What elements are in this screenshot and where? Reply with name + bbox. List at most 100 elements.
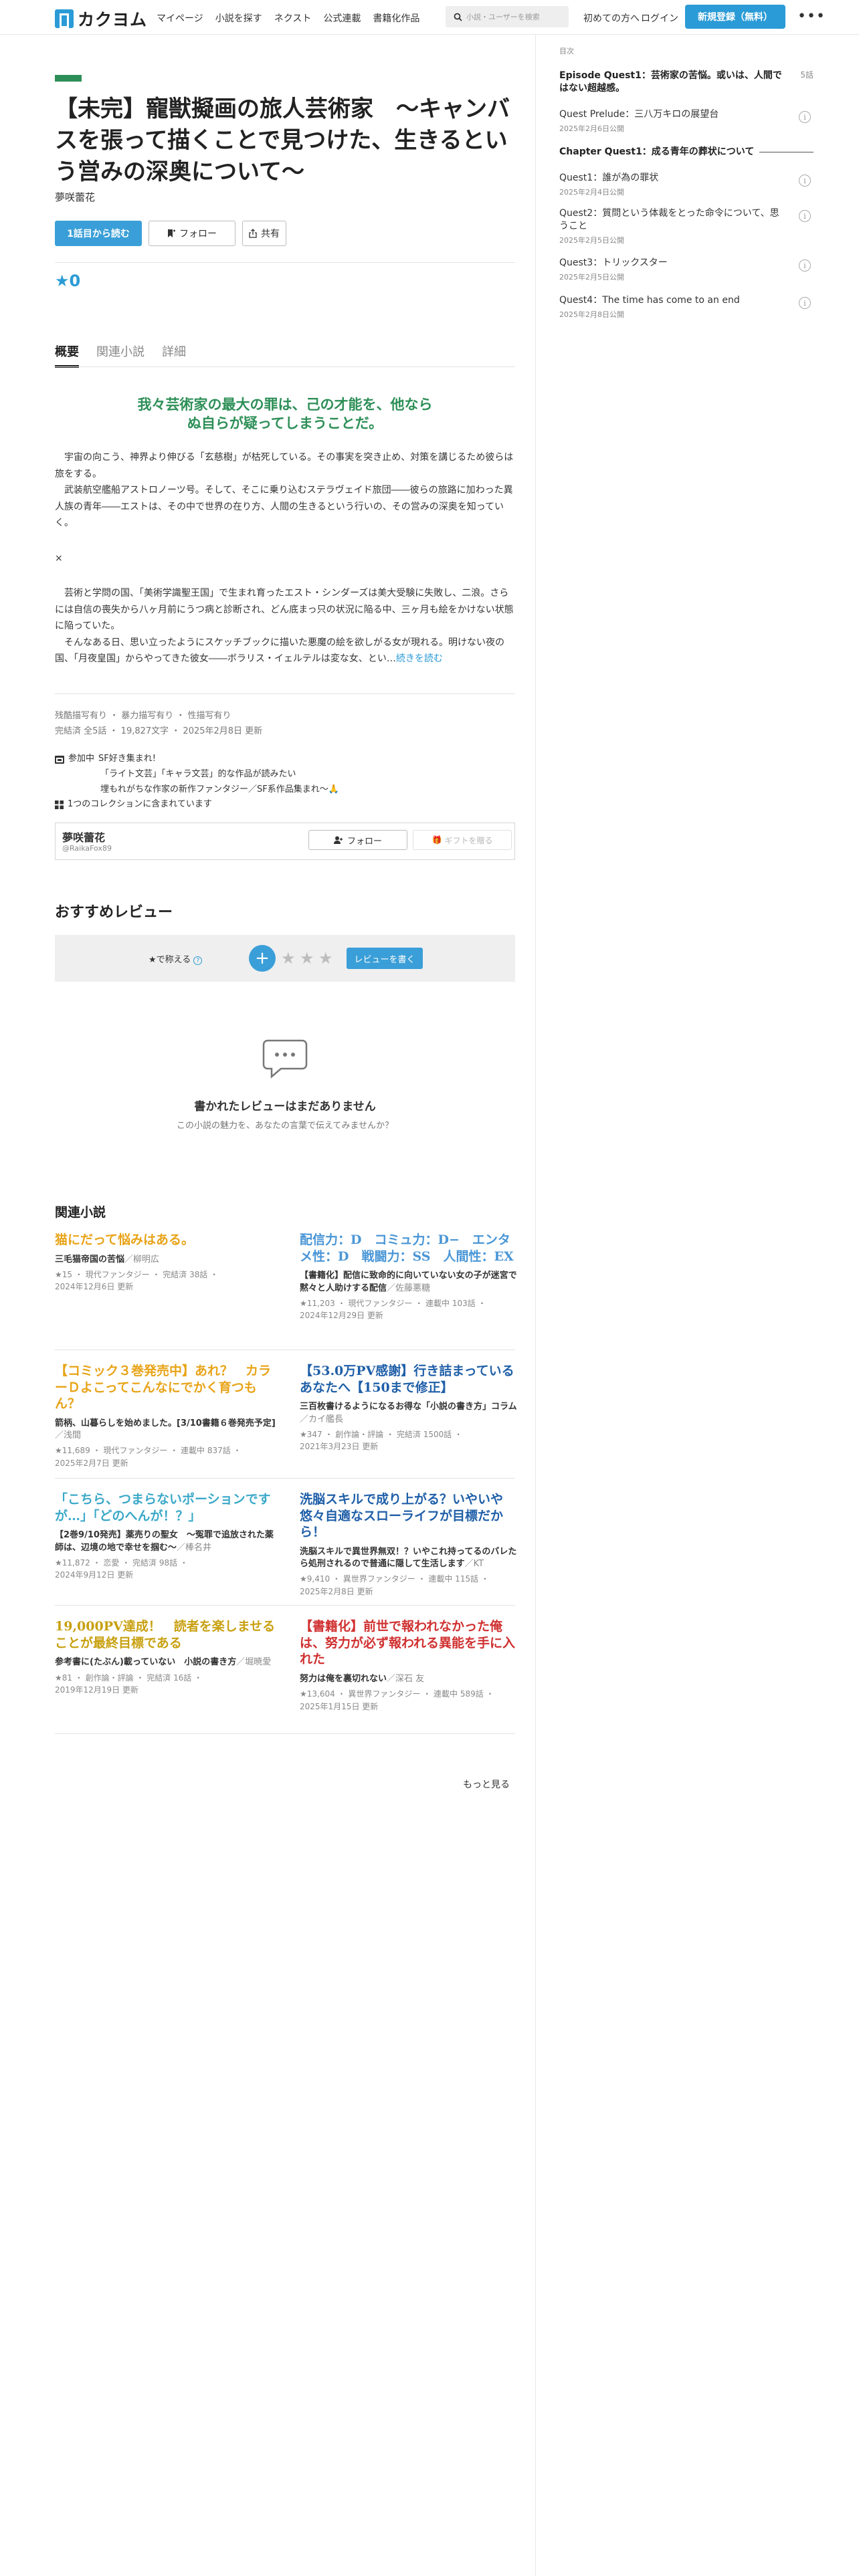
tab-overview[interactable]: 概要 [55,342,79,368]
related-author[interactable]: ／佐藤悪糖 [387,1283,430,1293]
related-author[interactable]: ／堀暁愛 [236,1657,271,1667]
reviews-heading: おすすめレビュー [55,904,173,921]
nav-next[interactable]: ネクスト [274,11,312,25]
nav-official[interactable]: 公式連載 [323,11,361,25]
event-label: 参加中 [68,754,95,764]
related-title[interactable]: 参考書に(たぶん)載っていない 小説の書き方 [55,1657,236,1667]
related-catchphrase[interactable]: 【書籍化】前世で報われなかった俺は、努力が必ず報われる異能を手に入れた [300,1618,520,1668]
add-star-button[interactable]: + [249,945,276,972]
site-logo[interactable]: カクヨム [55,7,147,31]
related-catchphrase[interactable]: 配信力：D コミュ力：D− エンタメ性：D 戦闘力：SS 人間性：EX [300,1232,520,1265]
related-title[interactable]: 努力は俺を裏切れない [300,1674,387,1684]
related-author[interactable]: ／KT [465,1559,484,1569]
toc-item-title: Quest2：質問という体裁をとった命令について、思うこと [559,208,779,231]
genre-accent-bar [55,75,82,82]
see-more-link[interactable]: もっと見る [463,1778,510,1791]
related-novel-card[interactable]: 【コミック３巻発売中】あれ？ カラーＤよこってこんなにでかく育つもん？ 箭柄、山暮… [55,1363,276,1470]
related-stats: ★11,689 ・ 現代ファンタジー ・ 連載中 837話 ・ [55,1446,242,1456]
related-title[interactable]: 【2巻9/10発売】薬売りの聖女 〜冤罪で追放された薬師は、辺境の地で幸せを掴む… [55,1530,274,1552]
related-author[interactable]: ／浅間 [55,1430,81,1440]
info-icon[interactable]: i [799,111,811,123]
related-author[interactable]: ／深石 友 [387,1674,424,1684]
star-icon[interactable]: ★ [300,949,314,968]
read-first-button[interactable]: 1話目から読む [55,221,142,246]
related-novel-card[interactable]: 配信力：D コミュ力：D− エンタメ性：D 戦闘力：SS 人間性：EX 【書籍化】… [300,1232,520,1322]
related-novel-card[interactable]: 【53.0万PV感謝】行き詰まっているあなたへ【150まで修正】三百枚書けるよう… [300,1363,520,1453]
info-icon[interactable]: i [799,259,811,272]
search-input[interactable]: 小説・ユーザーを検索 [446,6,569,27]
review-bar: ★で称える ? + ★ ★ ★ レビューを書く [55,935,515,982]
event-name[interactable]: 「ライト文芸」「キャラ文芸」的な作品が読みたい [55,767,339,782]
search-icon [454,13,462,21]
tab-details[interactable]: 詳細 [162,342,186,368]
help-icon[interactable]: ? [193,956,203,965]
tab-related[interactable]: 関連小説 [96,342,145,368]
toc-item[interactable]: Quest4：The time has come to an end 2025年… [559,294,814,320]
follow-button[interactable]: フォロー [149,221,235,246]
catchphrase: 我々芸術家の最大の罪は、己の才能を、他ならぬ自らが疑ってしまうことだ。 [55,396,515,433]
info-icon[interactable]: i [799,175,811,187]
more-menu-icon[interactable]: ••• [797,8,826,25]
author-follow-button[interactable]: フォロー [308,830,407,850]
work-author[interactable]: 夢咲蕾花 [55,190,95,204]
toc-item-title: Quest3：トリックスター [559,257,668,268]
divider [55,1478,515,1479]
related-catchphrase[interactable]: 【コミック３巻発売中】あれ？ カラーＤよこってこんなにでかく育つもん？ [55,1363,276,1412]
first-time-link[interactable]: 初めての方へ [583,11,640,25]
divider [55,1733,515,1734]
follow-label: フォロー [179,229,217,239]
star-icon[interactable]: ★ [318,949,333,968]
related-novel-card[interactable]: 洗脳スキルで成り上がる？いやいや悠々自適なスローライフが目標だから！ 洗脳スキルで… [300,1491,520,1598]
related-catchphrase[interactable]: 19,000PV達成！ 読者を楽しませることが最終目標である [55,1618,276,1651]
event-name[interactable]: SF好き集まれ! [98,752,156,767]
related-novel-card[interactable]: 「こちら、つまらないポーションですが…」「どのへんが！？」【2巻9/10発売】薬… [55,1491,276,1582]
nav-find[interactable]: 小説を探す [215,11,262,25]
login-link[interactable]: ログイン [641,11,678,25]
related-novel-card[interactable]: 19,000PV達成！ 読者を楽しませることが最終目標である参考書に(たぶん)載… [55,1618,276,1697]
related-catchphrase[interactable]: 【53.0万PV感謝】行き詰まっているあなたへ【150まで修正】 [300,1363,520,1396]
divider [55,693,515,694]
related-novel-card[interactable]: 【書籍化】前世で報われなかった俺は、努力が必ず報われる異能を手に入れた努力は俺を… [300,1618,520,1713]
read-more-link[interactable]: 続きを読む [396,653,443,664]
toc-episode-group[interactable]: Episode Quest1：芸術家の苦悩。或いは、人間ではない超越感。 5話 [559,70,814,95]
work-stats: 完結済 全5話 ・ 19,827文字 ・ 2025年2月8日 更新 [55,726,263,736]
info-icon[interactable]: i [799,210,811,222]
related-author[interactable]: ／カイ艦長 [300,1414,343,1424]
author-follow-label: フォロー [347,836,382,847]
related-title[interactable]: 三毛猫帝国の苦悩 [55,1255,124,1265]
related-author[interactable]: ／棒名井 [177,1543,211,1553]
author-name[interactable]: 夢咲蕾花 [62,829,105,845]
signup-button[interactable]: 新規登録（無料） [685,5,785,29]
related-title[interactable]: 洗脳スキルで異世界無双！？いやこれ持ってるのバレたら処刑されるので普通に隠して生… [300,1547,516,1569]
related-title[interactable]: 三百枚書けるようになるお得な「小説の書き方」コラム [300,1402,517,1412]
related-updated: 2025年1月15日 更新 [300,1701,379,1711]
event-name[interactable]: 埋もれがちな作家の新作ファンタジー／SF系作品集まれ〜🙏 [55,782,339,798]
related-title[interactable]: 箭柄、山暮らしを始めました。[3/10書籍６巻発売予定] [55,1418,276,1428]
related-catchphrase[interactable]: 「こちら、つまらないポーションですが…」「どのへんが！？」 [55,1491,276,1524]
info-icon[interactable]: i [799,297,811,309]
nav-mypage[interactable]: マイページ [157,11,203,25]
toc-item[interactable]: Quest3：トリックスター 2025年2月5日公開 i [559,257,814,282]
toc-item[interactable]: Quest2：質問という体裁をとった命令について、思うこと 2025年2月5日公… [559,207,814,245]
toc-chapter: Chapter Quest1：成る青年の葬状について [559,146,814,158]
toc-item-date: 2025年2月5日公開 [559,235,624,245]
star-icon[interactable]: ★ [281,949,296,968]
related-author[interactable]: ／柳明広 [124,1255,159,1265]
toc-item-date: 2025年2月6日公開 [559,124,624,133]
share-label: 共有 [261,229,280,239]
gift-button[interactable]: 🎁 ギフトを贈る [413,830,512,850]
praise-label: ★で称える ? [149,952,203,965]
nav-books[interactable]: 書籍化作品 [373,11,419,25]
related-catchphrase[interactable]: 猫にだって悩みはある。 [55,1232,276,1249]
write-review-button[interactable]: レビューを書く [347,948,423,969]
related-novel-card[interactable]: 猫にだって悩みはある。 三毛猫帝国の苦悩／柳明広 ★15 ・ 現代ファンタジー ・ … [55,1232,276,1293]
toc-episode-title: Episode Quest1：芸術家の苦悩。或いは、人間ではない超越感。 [559,70,782,94]
related-updated: 2019年12月19日 更新 [55,1685,138,1695]
collection-link[interactable]: 1つのコレクションに含まれています [68,797,212,813]
toc-item-date: 2025年2月4日公開 [559,187,624,197]
toc-item[interactable]: Quest Prelude：三八万キロの展望台 2025年2月6日公開 i [559,108,814,134]
share-button[interactable]: 共有 [242,221,286,246]
related-stats: ★13,604 ・ 異世界ファンタジー ・ 連載中 589話 ・ [300,1689,494,1699]
toc-item[interactable]: Quest1：誰が為の罪状 2025年2月4日公開 i [559,172,814,197]
related-catchphrase[interactable]: 洗脳スキルで成り上がる？いやいや悠々自適なスローライフが目標だから！ [300,1491,520,1541]
